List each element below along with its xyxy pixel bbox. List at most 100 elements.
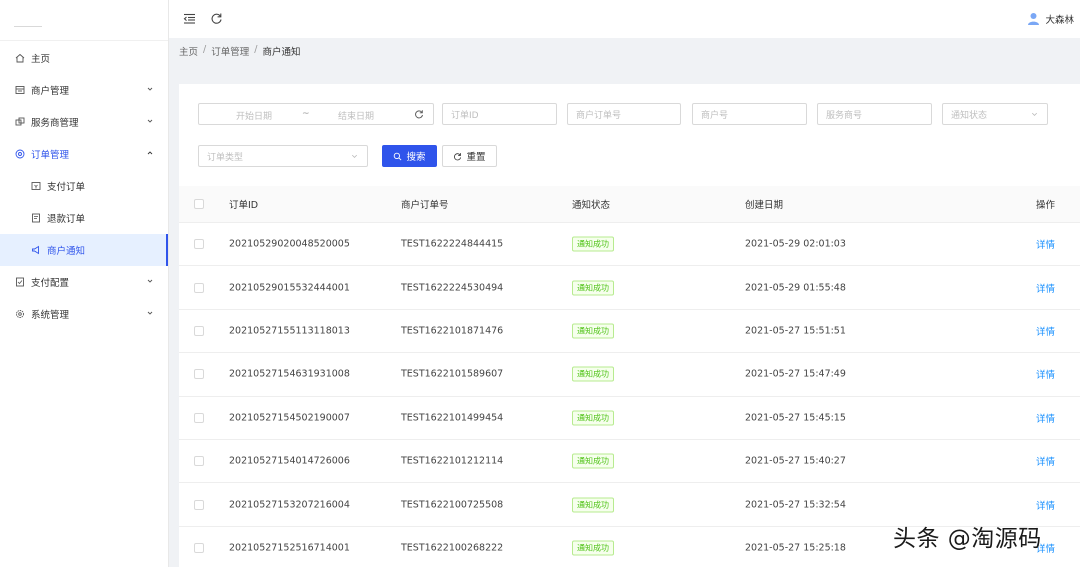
home-icon	[14, 53, 25, 64]
status-badge: 通知成功	[572, 453, 614, 469]
sidebar-item-pay-orders[interactable]: 支付订单	[0, 170, 168, 202]
order-id-cell: 20210527154502190007	[229, 412, 350, 424]
status-badge: 通知成功	[572, 366, 614, 382]
user-name: 大森林	[1045, 15, 1074, 26]
reset-icon	[454, 152, 462, 160]
refresh-icon[interactable]	[210, 12, 223, 25]
sidebar-item-label: 订单管理	[31, 150, 70, 161]
order-id-cell: 20210527153207216004	[229, 499, 350, 511]
row-checkbox[interactable]	[194, 499, 204, 510]
merchant-order-no-cell: TEST1622100268222	[401, 542, 504, 554]
status-cell: 通知成功	[572, 236, 614, 252]
order-id-input[interactable]: 订单ID	[442, 103, 557, 125]
sidebar-item-home[interactable]: 主页	[0, 42, 168, 74]
detail-link[interactable]: 详情	[1036, 454, 1055, 468]
order-type-placeholder: 订单类型	[207, 152, 244, 163]
menu-fold-icon[interactable]	[183, 12, 196, 25]
merchant-order-no-input[interactable]: 商户订单号	[567, 103, 681, 125]
row-checkbox[interactable]	[194, 456, 204, 467]
detail-link[interactable]: 详情	[1036, 367, 1055, 381]
merchant-order-no-cell: TEST1622224844415	[401, 238, 504, 250]
row-checkbox[interactable]	[194, 542, 204, 553]
merchant-no-placeholder: 商户号	[701, 110, 729, 121]
notify-status-select[interactable]: 通知状态	[942, 103, 1048, 125]
chevron-down-icon	[147, 279, 153, 283]
sidebar-item-label: 退款订单	[47, 214, 86, 225]
order-id-placeholder: 订单ID	[451, 110, 479, 121]
chevron-down-icon	[147, 87, 153, 91]
user-menu[interactable]: 大森林	[1027, 12, 1074, 26]
breadcrumb-home[interactable]: 主页	[179, 44, 198, 58]
created-date-cell: 2021-05-27 15:51:51	[745, 325, 846, 337]
select-all-checkbox[interactable]	[194, 199, 204, 209]
provider-no-input[interactable]: 服务商号	[817, 103, 932, 125]
status-badge: 通知成功	[572, 236, 614, 252]
created-date-cell: 2021-05-27 15:45:15	[745, 412, 846, 424]
sidebar-item-refund-orders[interactable]: 退款订单	[0, 202, 168, 234]
breadcrumb-orders[interactable]: 订单管理	[211, 44, 249, 58]
sidebar-item-merchant-notify[interactable]: 商户通知	[0, 234, 168, 266]
sidebar-item-pay-config[interactable]: 支付配置	[0, 266, 168, 298]
created-date-cell: 2021-05-27 15:32:54	[745, 499, 846, 511]
chevron-down-icon	[1031, 112, 1038, 116]
status-cell: 通知成功	[572, 280, 614, 296]
detail-link[interactable]: 详情	[1036, 324, 1055, 338]
date-range-picker[interactable]: 开始日期 ~ 结束日期	[198, 103, 434, 125]
status-cell: 通知成功	[572, 410, 614, 426]
order-id-cell: 20210527155113118013	[229, 325, 350, 337]
status-cell: 通知成功	[572, 540, 614, 556]
status-cell: 通知成功	[572, 323, 614, 339]
row-checkbox[interactable]	[194, 412, 204, 423]
detail-link[interactable]: 详情	[1036, 237, 1055, 251]
order-id-cell: 20210527152516714001	[229, 542, 350, 554]
sidebar-item-label: 服务商管理	[31, 118, 79, 129]
breadcrumb-separator: /	[203, 44, 207, 55]
chevron-down-icon	[147, 119, 153, 123]
row-checkbox[interactable]	[194, 282, 204, 293]
order-type-select[interactable]: 订单类型	[198, 145, 368, 167]
row-checkbox[interactable]	[194, 369, 204, 380]
detail-link[interactable]: 详情	[1036, 281, 1055, 295]
status-badge: 通知成功	[572, 280, 614, 296]
sidebar-item-orders[interactable]: 订单管理	[0, 138, 168, 170]
end-date-placeholder: 结束日期	[338, 112, 375, 122]
notify-status-placeholder: 通知状态	[951, 110, 988, 121]
sidebar-item-provider[interactable]: 服务商管理	[0, 106, 168, 138]
refresh-icon[interactable]	[414, 109, 424, 119]
sidebar: 主页 商户管理 服务商管理 订单管理 支付订单 退款订单 商户通知 支付配置 系…	[0, 0, 169, 567]
table-row: 20210529020048520005 TEST1622224844415 通…	[179, 223, 1080, 267]
row-checkbox[interactable]	[194, 239, 204, 250]
date-range-separator: ~	[302, 109, 310, 119]
column-header: 订单ID	[229, 200, 259, 211]
reset-button[interactable]: 重置	[442, 145, 497, 167]
detail-link[interactable]: 详情	[1036, 411, 1055, 425]
table-row: 20210529015532444001 TEST1622224530494 通…	[179, 266, 1080, 310]
merchant-order-no-cell: TEST1622100725508	[401, 499, 504, 511]
start-date-placeholder: 开始日期	[236, 112, 273, 122]
sidebar-item-label: 支付订单	[47, 182, 86, 193]
created-date-cell: 2021-05-29 01:55:48	[745, 282, 846, 294]
logo-area	[0, 0, 168, 41]
search-button[interactable]: 搜索	[382, 145, 437, 167]
search-icon	[394, 152, 402, 160]
order-id-cell: 20210529015532444001	[229, 282, 350, 294]
top-header: 大森林	[169, 0, 1080, 38]
detail-link[interactable]: 详情	[1036, 498, 1055, 512]
table-row: 20210527154631931008 TEST1622101589607 通…	[179, 353, 1080, 397]
provider-icon	[14, 117, 25, 128]
sidebar-item-system[interactable]: 系统管理	[0, 298, 168, 330]
merchant-order-no-cell: TEST1622101499454	[401, 412, 504, 424]
created-date-cell: 2021-05-29 02:01:03	[745, 238, 846, 250]
table-row: 20210527154502190007 TEST1622101499454 通…	[179, 397, 1080, 440]
merchant-no-input[interactable]: 商户号	[692, 103, 807, 125]
sidebar-item-merchant[interactable]: 商户管理	[0, 74, 168, 106]
status-badge: 通知成功	[572, 497, 614, 513]
breadcrumb-current: 商户通知	[262, 47, 301, 58]
status-badge: 通知成功	[572, 540, 614, 556]
merchant-order-no-cell: TEST1622101589607	[401, 368, 504, 380]
row-checkbox[interactable]	[194, 325, 204, 336]
merchant-order-no-cell: TEST1622101212114	[401, 455, 504, 467]
merchant-order-no-cell: TEST1622101871476	[401, 325, 504, 337]
search-button-label: 搜索	[406, 152, 426, 163]
order-id-cell: 20210527154631931008	[229, 368, 350, 380]
